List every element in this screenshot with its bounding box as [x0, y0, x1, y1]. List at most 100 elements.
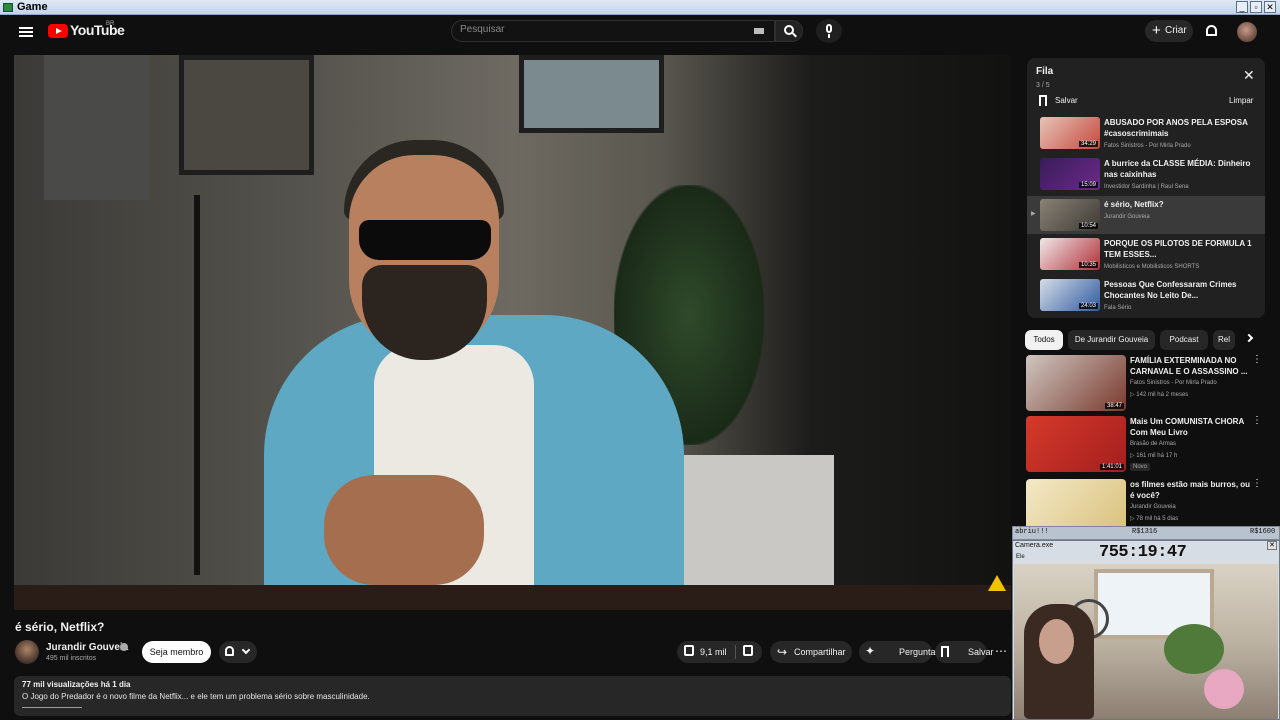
- queue-item-title: ABUSADO POR ANOS PELA ESPOSA #casoscrimi…: [1104, 118, 1248, 138]
- queue-item-title: Pessoas Que Confessaram Crimes Chocantes…: [1104, 280, 1237, 300]
- recommendation-thumbnail: [1026, 479, 1126, 526]
- channel-avatar[interactable]: [15, 640, 39, 664]
- bookmark-icon[interactable]: [1039, 95, 1047, 106]
- close-window-button[interactable]: ✕: [1264, 1, 1276, 13]
- voice-search-button[interactable]: [816, 19, 842, 43]
- more-actions-button[interactable]: ⋯: [995, 645, 1007, 657]
- camera-window-title: Camera.exe: [1015, 542, 1054, 549]
- queue-thumbnail: 24:03: [1040, 279, 1100, 311]
- video-duration: 10:35: [1078, 262, 1098, 268]
- recommendation-meta: ▷ 78 mil há 5 dias: [1130, 516, 1179, 522]
- video-duration: 1:41:01: [1099, 464, 1124, 470]
- queue-clear-button[interactable]: Limpar: [1229, 96, 1253, 105]
- more-options-icon[interactable]: ⋮: [1252, 479, 1262, 489]
- goal-label: abriu!!!: [1015, 528, 1049, 536]
- webcam-face: [1039, 619, 1074, 664]
- join-member-button[interactable]: Seja membro: [142, 641, 211, 663]
- dislike-icon[interactable]: [743, 645, 753, 656]
- queue-title: Fila: [1036, 66, 1054, 77]
- description-divider: [22, 707, 82, 708]
- queue-item-channel: Fatos Sinistros - Por Mirla Prado: [1104, 143, 1191, 149]
- video-duration: 10:54: [1078, 223, 1098, 229]
- video-scene-frame: [179, 55, 314, 175]
- like-icon[interactable]: [684, 645, 694, 656]
- video-scene-window: [519, 55, 664, 133]
- hamburger-menu-icon[interactable]: [19, 27, 33, 37]
- chevron-down-icon: [241, 645, 251, 655]
- chip-related[interactable]: Rel: [1213, 330, 1235, 350]
- queue-item-channel: Fala Sério: [1104, 305, 1132, 311]
- like-count[interactable]: 9,1 mil: [700, 647, 727, 657]
- view-stats: 77 mil visualizações há 1 dia: [22, 680, 131, 689]
- queue-thumbnail: 10:54: [1040, 199, 1100, 231]
- video-player[interactable]: [14, 55, 1011, 610]
- recommendation-item[interactable]: os filmes estão mais burros, ou é você? …: [1024, 479, 1268, 526]
- channel-name[interactable]: Jurandir Gouveia: [46, 642, 128, 653]
- video-scene-lamp: [194, 195, 200, 575]
- verified-icon: [120, 643, 128, 651]
- now-playing-icon: ▶: [1031, 211, 1036, 217]
- webcam-plush: [1204, 669, 1244, 709]
- queue-item-channel: Jurandir Gouveia: [1104, 214, 1150, 220]
- more-options-icon[interactable]: ⋮: [1252, 355, 1262, 365]
- microphone-icon: [826, 24, 832, 33]
- youtube-logo-icon[interactable]: [48, 24, 68, 38]
- recommendation-item[interactable]: 38:47 FAMÍLIA EXTERMINADA NO CARNAVAL E …: [1024, 355, 1268, 415]
- queue-position: 3 / 5: [1036, 82, 1050, 89]
- queue-item[interactable]: 15:09 A burrice da CLASSE MÉDIA: Dinheir…: [1027, 155, 1265, 193]
- stream-timer: 755:19:47: [1099, 543, 1187, 562]
- recommendation-channel: Jurandir Gouveia: [1130, 504, 1176, 510]
- chip-podcast[interactable]: Podcast: [1160, 330, 1208, 350]
- country-code: BR: [106, 21, 115, 27]
- chip-channel[interactable]: De Jurandir Gouveia: [1068, 330, 1155, 350]
- app-icon: [3, 3, 13, 12]
- queue-item[interactable]: 10:35 PORQUE OS PILOTOS DE FORMULA 1 TEM…: [1027, 235, 1265, 273]
- plus-icon: +: [1152, 22, 1161, 39]
- camera-menu[interactable]: Ele: [1016, 554, 1025, 560]
- search-box[interactable]: [451, 20, 775, 42]
- goal-target: R$1600: [1250, 528, 1276, 536]
- bell-icon: [225, 646, 234, 656]
- queue-thumbnail: 10:35: [1040, 238, 1100, 270]
- chip-all[interactable]: Todos: [1025, 330, 1063, 350]
- like-divider: [735, 645, 736, 659]
- recommendation-channel: Fatos Sinistros - Por Mirla Prado: [1130, 380, 1217, 386]
- queue-save-button[interactable]: Salvar: [1055, 96, 1078, 105]
- recommendation-meta: ▷ 161 mil há 17 h: [1130, 453, 1178, 459]
- video-duration: 24:03: [1078, 303, 1098, 309]
- maximize-button[interactable]: ▫: [1250, 1, 1262, 13]
- video-duration: 15:09: [1078, 182, 1098, 188]
- queue-item[interactable]: 34:29 ABUSADO POR ANOS PELA ESPOSA #caso…: [1027, 114, 1265, 152]
- queue-item[interactable]: 24:03 Pessoas Que Confessaram Crimes Cho…: [1027, 276, 1265, 314]
- search-input[interactable]: [460, 24, 740, 35]
- video-scene-hand: [324, 475, 484, 585]
- youtube-logo-text[interactable]: YouTube: [70, 22, 125, 38]
- recommendation-title: FAMÍLIA EXTERMINADA NO CARNAVAL E O ASSA…: [1130, 356, 1248, 376]
- video-title: é sério, Netflix?: [15, 620, 105, 634]
- more-options-icon[interactable]: ⋮: [1252, 416, 1262, 426]
- recommendation-thumbnail: 38:47: [1026, 355, 1126, 411]
- minimize-button[interactable]: _: [1236, 1, 1248, 13]
- keyboard-icon[interactable]: [754, 28, 764, 34]
- new-badge: Novo: [1130, 463, 1151, 471]
- filter-chips: Todos De Jurandir Gouveia Podcast Rel: [1024, 330, 1260, 350]
- queue-item-channel: Investidor Sardinha | Raul Sena: [1104, 184, 1189, 190]
- queue-item-title: é sério, Netflix?: [1104, 200, 1164, 209]
- microphone-stand: [828, 34, 830, 38]
- recommendation-item[interactable]: 1:41:01 Mais Um COMUNISTA CHORA Com Meu …: [1024, 416, 1268, 476]
- queue-item-current[interactable]: ▶ 10:54 é sério, Netflix? Jurandir Gouve…: [1027, 196, 1265, 234]
- warning-icon: [988, 575, 1006, 591]
- recommendation-title: os filmes estão mais burros, ou é você?: [1130, 480, 1251, 500]
- search-icon-handle: [792, 32, 797, 38]
- recommendation-title: Mais Um COMUNISTA CHORA Com Meu Livro: [1130, 417, 1244, 437]
- close-queue-icon[interactable]: ✕: [1243, 68, 1255, 82]
- webcam-plant: [1164, 624, 1224, 674]
- camera-close-button[interactable]: ✕: [1267, 541, 1277, 550]
- search-button[interactable]: [775, 20, 803, 42]
- subscription-notification-button[interactable]: [219, 641, 257, 663]
- queue-item-title: A burrice da CLASSE MÉDIA: Dinheiro nas …: [1104, 159, 1251, 179]
- notifications-bell-icon[interactable]: [1206, 25, 1217, 36]
- account-avatar[interactable]: [1237, 22, 1257, 42]
- goal-current: R$1316: [1132, 528, 1158, 536]
- video-scene-dresser: [674, 455, 834, 605]
